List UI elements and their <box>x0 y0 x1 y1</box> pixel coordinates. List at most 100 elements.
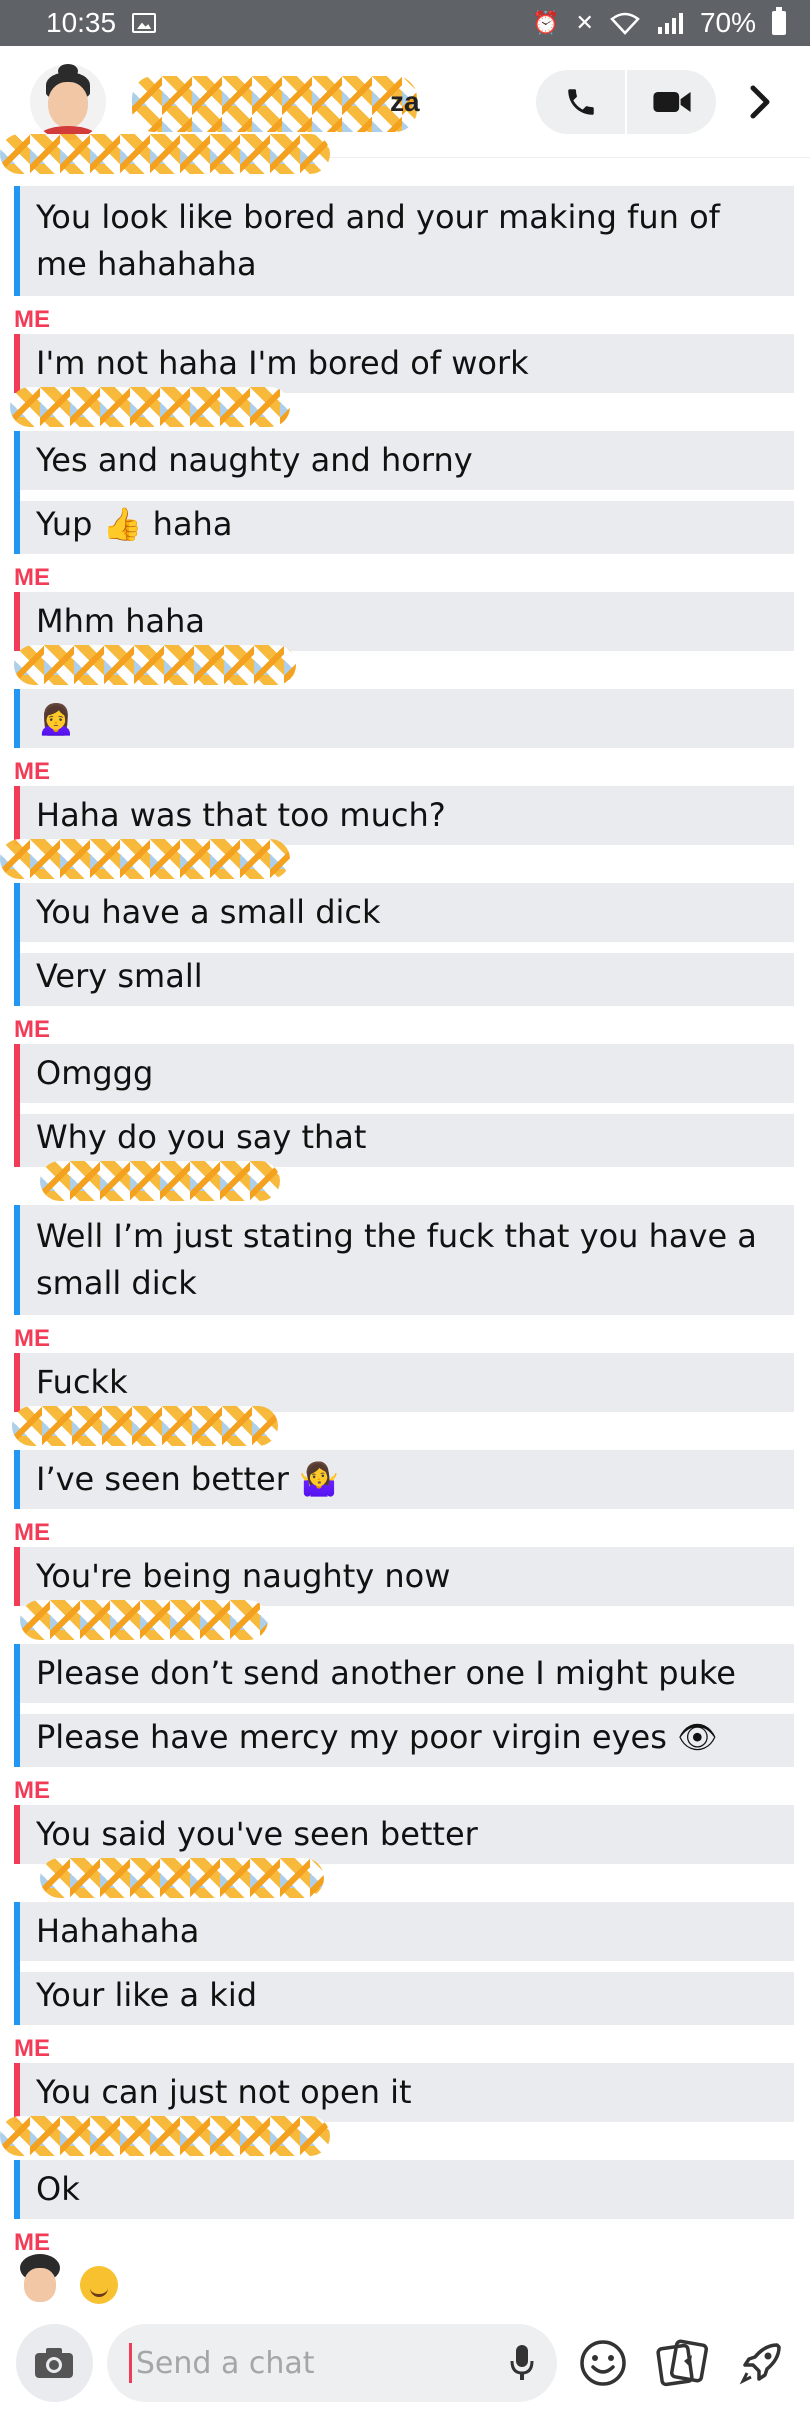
chat-message[interactable]: 🙍‍♀️ <box>20 689 794 748</box>
message-group: You look like bored and your making fun … <box>14 186 794 296</box>
stickers-button[interactable] <box>650 2330 715 2396</box>
sender-label-contact <box>0 1600 810 1644</box>
sender-label-me: ME <box>0 2219 810 2257</box>
microphone-icon[interactable] <box>509 2343 535 2383</box>
games-button[interactable] <box>729 2330 794 2396</box>
sender-label-text: ME <box>14 1016 50 1043</box>
contact-name[interactable]: za <box>122 72 536 132</box>
message-group: Yes and naughty and horny Yup 👍 haha <box>14 431 794 554</box>
emoji-button[interactable] <box>571 2330 636 2396</box>
camera-icon <box>35 2348 74 2378</box>
sender-label-me: ME <box>0 1767 810 1805</box>
voice-call-button[interactable] <box>536 70 625 134</box>
chat-message[interactable]: I'm not haha I'm bored of work <box>20 334 794 393</box>
sender-name-redaction-scribble <box>0 2116 330 2156</box>
presence-indicator <box>14 2252 118 2304</box>
message-group: Please don’t send another one I might pu… <box>14 1644 794 1767</box>
sender-label-contact <box>0 1406 810 1450</box>
chat-message[interactable]: You look like bored and your making fun … <box>20 186 794 296</box>
sender-label-text: ME <box>14 1777 50 1804</box>
chat-message[interactable]: Why do you say that <box>20 1114 794 1167</box>
sender-label-text: ME <box>14 306 50 333</box>
message-group: I’ve seen better 🤷‍♀️ <box>14 1450 794 1509</box>
camera-button[interactable] <box>16 2324 93 2402</box>
chat-message[interactable]: Your like a kid <box>20 1972 794 2025</box>
message-group: Hahahaha Your like a kid <box>14 1902 794 2025</box>
chat-message[interactable]: You can just not open it <box>20 2063 794 2122</box>
message-group: 🙍‍♀️ <box>14 689 794 748</box>
chat-message[interactable]: Ok <box>20 2160 794 2219</box>
message-group: Ok <box>14 2160 794 2219</box>
chat-message[interactable]: Yup 👍 haha <box>20 501 794 554</box>
sender-label-text: ME <box>14 1519 50 1546</box>
sender-label-text: ME <box>14 2035 50 2062</box>
rocket-icon <box>740 2343 782 2385</box>
sender-label-text: ME <box>14 1325 50 1352</box>
wifi-icon <box>610 12 640 35</box>
sender-label-me: ME <box>0 296 810 334</box>
smiley-icon <box>580 2340 627 2386</box>
message-group: Mhm haha <box>14 592 794 651</box>
chat-message[interactable]: Very small <box>20 953 794 1006</box>
sender-label-contact <box>0 134 810 186</box>
status-right: ⏰ ✕ 70% <box>532 7 786 39</box>
battery-icon <box>772 7 786 35</box>
chat-input-pill[interactable] <box>106 2324 557 2402</box>
sender-label-me: ME <box>0 2025 810 2063</box>
message-group: I'm not haha I'm bored of work <box>14 334 794 393</box>
sender-name-redaction-scribble <box>0 839 290 879</box>
video-call-button[interactable] <box>625 69 716 134</box>
composer-bar <box>0 2306 810 2420</box>
sender-label-me: ME <box>0 1509 810 1547</box>
chat-message[interactable]: Please don’t send another one I might pu… <box>20 1644 794 1703</box>
sender-name-redaction-scribble <box>40 1858 324 1898</box>
chat-input[interactable] <box>135 2345 509 2381</box>
phone-icon <box>567 88 594 115</box>
alarm-icon: ⏰ <box>532 10 560 35</box>
sender-name-redaction-scribble <box>40 1161 280 1201</box>
chat-message[interactable]: Mhm haha <box>20 592 794 651</box>
message-group: You can just not open it <box>14 2063 794 2122</box>
message-group: Haha was that too much? <box>14 786 794 845</box>
status-left: 10:35 <box>46 7 157 39</box>
sender-label-me: ME <box>0 554 810 592</box>
chat-message[interactable]: You have a small dick <box>20 883 794 942</box>
chat-message[interactable]: You're being naughty now <box>20 1547 794 1606</box>
chat-message[interactable]: You said you've seen better <box>20 1805 794 1864</box>
chat-message[interactable]: Omggg <box>20 1044 794 1103</box>
name-redaction-scribble <box>132 75 417 132</box>
status-time: 10:35 <box>46 7 117 38</box>
mute-icon: ✕ <box>575 10 594 35</box>
message-group: You're being naughty now <box>14 1547 794 1606</box>
chat-message[interactable]: Please have mercy my poor virgin eyes 👁 <box>20 1714 794 1767</box>
sender-label-me: ME <box>0 748 810 786</box>
sender-name-redaction-scribble <box>0 134 330 174</box>
chat-message[interactable]: Fuckk <box>20 1353 794 1412</box>
pending-message-strip <box>14 2252 794 2290</box>
message-group: Well I’m just stating the fuck that you … <box>14 1205 794 1315</box>
status-bar: 10:35 ⏰ ✕ 70% <box>0 0 810 46</box>
chat-message[interactable]: Hahahaha <box>20 1902 794 1961</box>
sender-label-contact <box>0 1161 810 1205</box>
signal-icon <box>657 13 683 34</box>
chat-message[interactable]: Yes and naughty and horny <box>20 431 794 490</box>
sticker-icon <box>656 2339 709 2387</box>
contact-avatar[interactable] <box>30 63 106 140</box>
battery-percent: 70% <box>699 7 756 38</box>
message-group: You have a small dick Very small <box>14 883 794 1006</box>
forward-button[interactable] <box>730 70 790 134</box>
sender-name-redaction-scribble <box>10 387 290 427</box>
sender-label-contact <box>0 387 810 431</box>
sender-label-contact <box>0 1858 810 1902</box>
sender-label-me: ME <box>0 1006 810 1044</box>
sender-name-redaction-scribble <box>20 1600 268 1640</box>
video-icon <box>652 91 691 112</box>
chat-message[interactable]: Well I’m just stating the fuck that you … <box>20 1205 794 1315</box>
chat-message[interactable]: I’ve seen better 🤷‍♀️ <box>20 1450 794 1509</box>
contact-name-visible: za <box>390 85 420 117</box>
chat-thread[interactable]: You look like bored and your making fun … <box>0 134 810 2257</box>
sender-label-contact <box>0 839 810 883</box>
winking-face-icon <box>80 2266 118 2304</box>
chat-message[interactable]: Haha was that too much? <box>20 786 794 845</box>
sender-label-contact <box>0 645 810 689</box>
